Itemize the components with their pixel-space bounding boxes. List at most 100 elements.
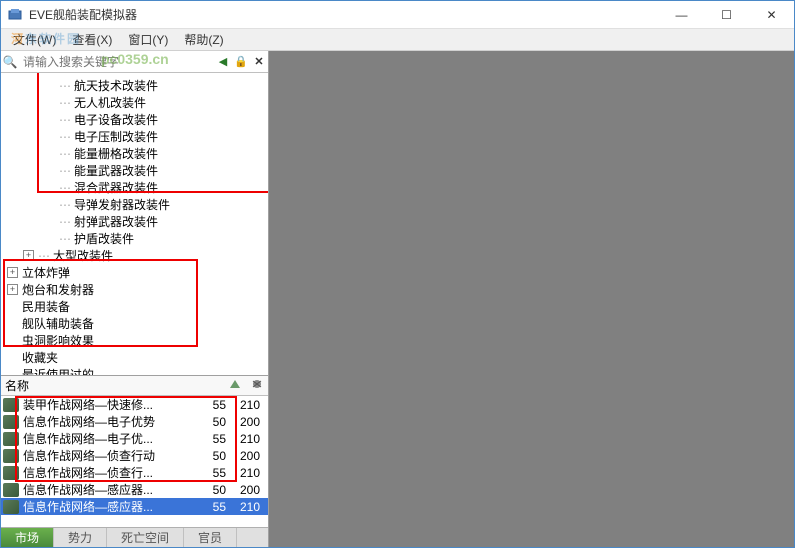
item-value-1: 50 <box>202 449 232 463</box>
tree-connector: ⋯ <box>59 113 70 127</box>
panel-close-button[interactable]: ✕ <box>250 53 268 71</box>
search-bar: 🔍 ◀ 🔒 ✕ <box>1 51 268 73</box>
item-row[interactable]: 信息作战网络—电子优...55210 <box>1 430 268 447</box>
tree-label: 大型改装件 <box>53 247 113 264</box>
item-name: 信息作战网络—感应器... <box>21 481 202 498</box>
tree-label: 混合武器改装件 <box>74 179 158 196</box>
bottom-tabs: 市场 势力 死亡空间 官员 <box>1 527 268 547</box>
menu-window[interactable]: 窗口(Y) <box>120 29 176 50</box>
tree-node[interactable]: ⋯ 航天技术改装件 <box>1 77 268 94</box>
tree-node[interactable]: + 炮台和发射器 <box>1 281 268 298</box>
column-name[interactable]: 名称 <box>1 377 224 394</box>
module-icon <box>3 398 19 412</box>
content-area <box>269 51 794 547</box>
tree-connector: ⋯ <box>59 181 70 195</box>
tree-node[interactable]: ⋯ 无人机改装件 <box>1 94 268 111</box>
app-window: EVE舰船装配模拟器 — ☐ ✕ 文件(W) 查看(X) 窗口(Y) 帮助(Z)… <box>0 0 795 548</box>
close-button[interactable]: ✕ <box>749 1 794 29</box>
tree-node[interactable]: ⋯ 导弹发射器改装件 <box>1 196 268 213</box>
maximize-button[interactable]: ☐ <box>704 1 749 29</box>
tree-node[interactable]: ⋯ 能量武器改装件 <box>1 162 268 179</box>
minimize-button[interactable]: — <box>659 1 704 29</box>
item-row[interactable]: 信息作战网络—感应器...55210 <box>1 498 268 515</box>
item-row[interactable]: 装甲作战网络—快速修...55210 <box>1 396 268 413</box>
tree-label: 舰队辅助装备 <box>22 315 94 332</box>
tree-label: 炮台和发射器 <box>22 281 94 298</box>
tab-deadspace[interactable]: 死亡空间 <box>107 528 184 547</box>
category-tree[interactable]: ⋯航天技术改装件⋯无人机改装件⋯电子设备改装件⋯电子压制改装件⋯能量栅格改装件⋯… <box>1 73 268 375</box>
item-value-2: 210 <box>232 398 268 412</box>
item-list[interactable]: 装甲作战网络—快速修...55210信息作战网络—电子优势50200信息作战网络… <box>1 396 268 527</box>
tree-label: 民用装备 <box>22 298 70 315</box>
tree-node[interactable]: ⋯ 能量栅格改装件 <box>1 145 268 162</box>
item-row[interactable]: 信息作战网络—侦查行动50200 <box>1 447 268 464</box>
app-icon <box>7 7 23 23</box>
item-value-1: 55 <box>202 398 232 412</box>
left-panel: 🔍 ◀ 🔒 ✕ ⋯航天技术改装件⋯无人机改装件⋯电子设备改装件⋯电子压制改装件⋯… <box>1 51 269 547</box>
tree-connector: ⋯ <box>59 147 70 161</box>
tree-label: 虫洞影响效果 <box>22 332 94 349</box>
item-value-1: 55 <box>202 500 232 514</box>
window-title: EVE舰船装配模拟器 <box>29 6 659 23</box>
item-row[interactable]: 信息作战网络—电子优势50200 <box>1 413 268 430</box>
tree-label: 能量栅格改装件 <box>74 145 158 162</box>
tree-node[interactable]: ⋯电子压制改装件 <box>1 128 268 145</box>
tree-label: 能量武器改装件 <box>74 162 158 179</box>
item-value-1: 50 <box>202 483 232 497</box>
column-icon-1[interactable] <box>224 378 246 393</box>
expander-icon[interactable]: + <box>23 250 34 261</box>
expander-icon[interactable]: + <box>7 267 18 278</box>
module-icon <box>3 483 19 497</box>
tree-connector: ⋯ <box>59 96 70 110</box>
tree-connector: ⋯ <box>59 232 70 246</box>
item-name: 信息作战网络—侦查行... <box>21 464 202 481</box>
item-value-1: 50 <box>202 415 232 429</box>
tree-node[interactable]: 收藏夹 <box>1 349 268 366</box>
tree-label: 护盾改装件 <box>74 230 134 247</box>
menu-help[interactable]: 帮助(Z) <box>176 29 231 50</box>
tree-node[interactable]: 民用装备 <box>1 298 268 315</box>
tree-node[interactable]: ⋯射弹武器改装件 <box>1 213 268 230</box>
menu-view[interactable]: 查看(X) <box>64 29 120 50</box>
tree-connector: ⋯ <box>59 79 70 93</box>
tab-officer[interactable]: 官员 <box>184 528 237 547</box>
item-name: 信息作战网络—感应器... <box>21 498 202 515</box>
tree-label: 航天技术改装件 <box>74 77 158 94</box>
tree-label: 电子压制改装件 <box>74 128 158 145</box>
tree-connector: ⋯ <box>59 215 70 229</box>
tree-node[interactable]: ⋯ 护盾改装件 <box>1 230 268 247</box>
item-row[interactable]: 信息作战网络—侦查行...55210 <box>1 464 268 481</box>
tab-market[interactable]: 市场 <box>1 528 54 547</box>
menu-file[interactable]: 文件(W) <box>5 29 64 50</box>
item-value-2: 200 <box>232 483 268 497</box>
nav-left-button[interactable]: ◀ <box>214 53 232 71</box>
body-area: 🔍 ◀ 🔒 ✕ ⋯航天技术改装件⋯无人机改装件⋯电子设备改装件⋯电子压制改装件⋯… <box>1 51 794 547</box>
item-name: 信息作战网络—侦查行动 <box>21 447 202 464</box>
tree-label: 无人机改装件 <box>74 94 146 111</box>
item-row[interactable]: 信息作战网络—感应器...50200 <box>1 481 268 498</box>
tree-node[interactable]: ⋯电子设备改装件 <box>1 111 268 128</box>
module-icon <box>3 415 19 429</box>
tree-node[interactable]: 舰队辅助装备 <box>1 315 268 332</box>
tree-node[interactable]: 最近使用过的 <box>1 366 268 375</box>
tree-label: 导弹发射器改装件 <box>74 196 170 213</box>
tab-power[interactable]: 势力 <box>54 528 107 547</box>
item-name: 装甲作战网络—快速修... <box>21 396 202 413</box>
tree-connector: ⋯ <box>59 164 70 178</box>
tree-node[interactable]: + 立体炸弹 <box>1 264 268 281</box>
module-icon <box>3 432 19 446</box>
column-icon-2[interactable] <box>246 378 268 393</box>
item-name: 信息作战网络—电子优... <box>21 430 202 447</box>
search-input[interactable] <box>19 53 214 71</box>
tree-node[interactable]: ⋯ 混合武器改装件 <box>1 179 268 196</box>
lock-button[interactable]: 🔒 <box>232 53 250 71</box>
tree-label: 立体炸弹 <box>22 264 70 281</box>
tree-connector: ⋯ <box>59 198 70 212</box>
tree-node[interactable]: +⋯大型改装件 <box>1 247 268 264</box>
expander-icon[interactable]: + <box>7 284 18 295</box>
item-value-1: 55 <box>202 466 232 480</box>
tree-node[interactable]: 虫洞影响效果 <box>1 332 268 349</box>
item-panel: 名称 装甲作战网络—快速修...55210信息作战网络—电子优势50200信息作… <box>1 375 268 547</box>
item-value-1: 55 <box>202 432 232 446</box>
module-icon <box>3 500 19 514</box>
